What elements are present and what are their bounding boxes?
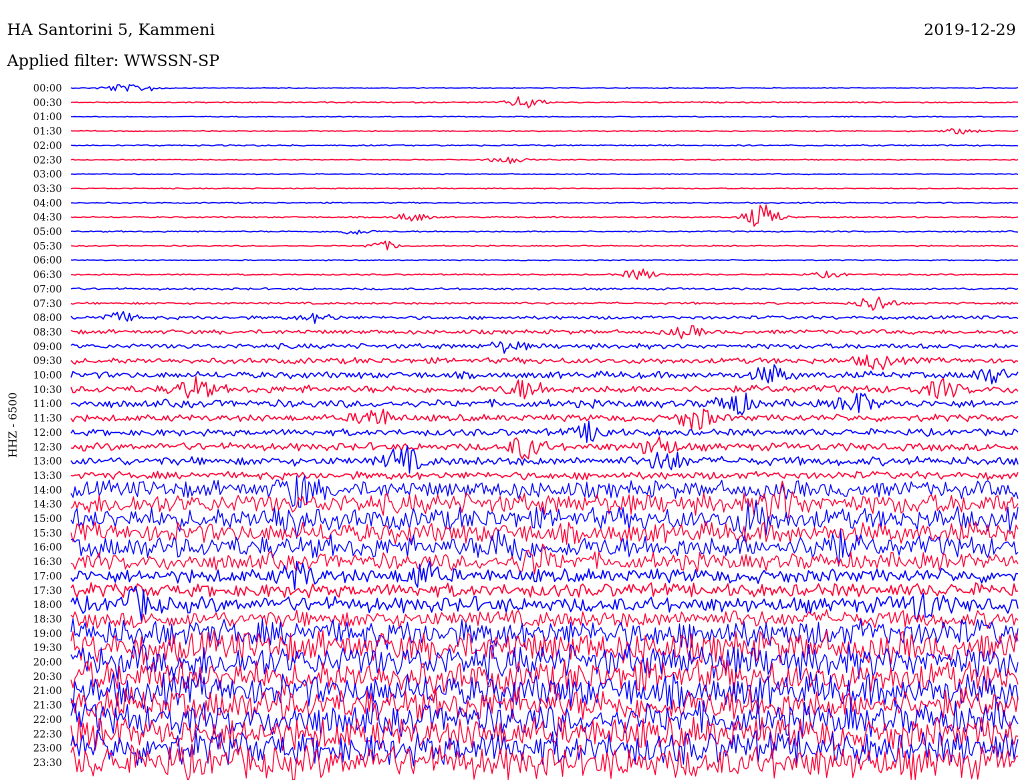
row-time-label: 07:30 [33,299,62,310]
row-time-label: 17:00 [33,571,62,582]
seismogram-trace-0830 [70,325,1019,340]
row-time-label: 04:00 [33,198,62,209]
row-time-label: 09:30 [33,356,62,367]
row-time-label: 11:00 [33,399,62,410]
row-time-label: 12:30 [33,442,62,453]
row-time-label: 02:00 [33,141,62,152]
seismogram-trace-0800 [70,311,1019,324]
seismogram-trace-0500 [70,229,1019,235]
row-time-label: 08:00 [33,313,62,324]
seismogram-trace-1100 [70,392,1019,416]
row-time-label: 03:30 [33,184,62,195]
seismogram-trace-0130 [70,128,1019,135]
row-time-label: 15:30 [33,528,62,539]
row-time-label: 19:30 [33,643,62,654]
seismogram-trace-1300 [70,445,1019,474]
seismogram-trace-1830 [70,609,1019,629]
seismogram-trace-0100 [71,115,1019,118]
seismogram-trace-1230 [70,436,1019,460]
row-time-label: 00:00 [33,84,62,95]
row-time-label: 11:30 [33,414,62,425]
seismogram-trace-1000 [70,364,1019,385]
seismogram-trace-0330 [70,187,1019,190]
row-time-label: 13:30 [33,471,62,482]
row-time-label: 18:30 [33,614,62,625]
seismogram-trace-0630 [71,268,1019,280]
seismogram-trace-1200 [70,420,1019,443]
seismogram-trace-0600 [70,259,1019,262]
row-label-layer: 00:00 00:30 01:00 01:30 02:00 02:30 03:00 03:30… [33,84,62,769]
row-time-label: 22:00 [33,715,62,726]
row-time-label: 06:30 [33,270,62,281]
seismogram-trace-1330 [70,470,1019,481]
row-time-label: 23:00 [33,744,62,755]
row-time-label: 05:30 [33,241,62,252]
row-time-label: 05:00 [33,227,62,238]
helicorder-plot: 00:00 00:30 01:00 01:30 02:00 02:30 03:00 03:30… [33,84,1019,780]
seismogram-trace-1930 [70,629,1019,666]
trace-layer [70,84,1019,780]
row-time-label: 01:00 [33,112,62,123]
row-time-label: 00:30 [33,98,62,109]
row-time-label: 15:00 [33,514,62,525]
row-time-label: 21:00 [33,686,62,697]
seismogram-trace-0030 [70,96,1019,109]
seismogram-trace-0200 [70,144,1019,147]
row-time-label: 17:30 [33,586,62,597]
seismogram-trace-0300 [71,173,1019,176]
row-time-label: 08:30 [33,327,62,338]
seismogram-trace-1130 [70,408,1019,430]
seismogram-trace-0400 [70,201,1019,205]
row-time-label: 06:00 [33,256,62,267]
row-time-label: 14:30 [33,500,62,511]
seismogram-trace-0700 [70,287,1019,291]
row-time-label: 04:30 [33,213,62,224]
row-time-label: 14:00 [33,485,62,496]
seismogram-trace-0530 [70,240,1019,251]
row-time-label: 03:00 [33,170,62,181]
row-time-label: 21:30 [33,701,62,712]
seismogram-trace-2000 [70,643,1019,681]
row-time-label: 12:00 [33,428,62,439]
row-time-label: 16:00 [33,543,62,554]
row-time-label: 07:00 [33,284,62,295]
seismogram-trace-0930 [70,354,1019,371]
row-time-label: 23:30 [33,758,62,769]
row-time-label: 02:30 [33,155,62,166]
seismogram-trace-0430 [70,204,1019,227]
seismogram-trace-1030 [70,375,1019,400]
row-time-label: 10:00 [33,371,62,382]
row-time-label: 16:30 [33,557,62,568]
seismogram-trace-0900 [70,341,1019,354]
seismogram-trace-0230 [70,156,1019,165]
seismogram-trace-1530 [70,520,1019,545]
row-time-label: 01:30 [33,127,62,138]
seismogram-trace-0000 [70,84,1019,92]
row-time-label: 09:00 [33,342,62,353]
row-time-label: 18:00 [33,600,62,611]
seismogram-trace-0730 [70,296,1019,311]
row-time-label: 20:00 [33,658,62,669]
row-time-label: 20:30 [33,672,62,683]
row-time-label: 19:00 [33,629,62,640]
row-time-label: 22:30 [33,729,62,740]
row-time-label: 10:30 [33,385,62,396]
seismogram-trace-1730 [70,582,1019,599]
row-time-label: 13:00 [33,457,62,468]
